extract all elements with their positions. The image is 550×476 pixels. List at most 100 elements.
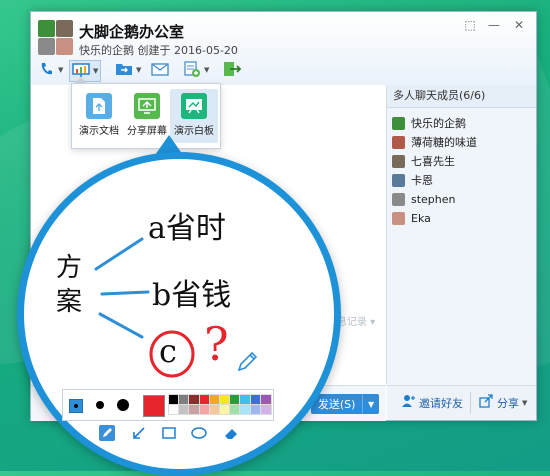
- color-swatch[interactable]: [249, 394, 262, 405]
- member-item[interactable]: 快乐的企鹅: [392, 115, 466, 131]
- pen-size-large[interactable]: [117, 399, 129, 411]
- app-add-icon: [183, 60, 201, 80]
- color-swatch[interactable]: [259, 394, 272, 405]
- chevron-down-icon: ▼: [58, 66, 64, 74]
- phone-icon: [39, 61, 55, 80]
- color-swatch[interactable]: [239, 394, 252, 405]
- color-swatch[interactable]: [178, 394, 191, 405]
- folder-icon: [115, 61, 133, 80]
- branch-b-text: b省钱: [152, 278, 232, 313]
- member-name: Eka: [411, 211, 431, 225]
- invite-friends-button[interactable]: 邀请好友: [401, 394, 463, 411]
- member-name: 七喜先生: [411, 155, 455, 168]
- eraser-icon: [223, 426, 239, 443]
- screen-share-icon: [134, 93, 160, 119]
- eraser-tool[interactable]: [222, 425, 240, 443]
- pencil-icon: [99, 424, 115, 444]
- chevron-down-icon: ▼: [93, 67, 99, 75]
- window-header: 大脚企鹅办公室 快乐的企鹅 创建于 2016-05-20 ⬚ — ✕ ▼ ▼ ▼: [31, 12, 536, 85]
- member-panel: 多人聊天成员(6/6) 快乐的企鹅 薄荷糖的味道 七喜先生 卡恩 stephen…: [387, 85, 536, 420]
- send-options-button[interactable]: ▼: [362, 394, 379, 414]
- close-button[interactable]: ✕: [511, 18, 527, 32]
- invite-friends-label: 邀请好友: [419, 396, 463, 410]
- member-item[interactable]: 薄荷糖的味道: [392, 134, 477, 150]
- exit-icon: [223, 61, 242, 80]
- phone-button[interactable]: ▼: [39, 60, 63, 80]
- document-icon: [86, 93, 112, 119]
- ellipse-icon: [191, 426, 207, 442]
- mail-button[interactable]: [151, 60, 169, 80]
- pen-palette: [62, 389, 274, 421]
- app-add-button[interactable]: ▼: [183, 60, 209, 80]
- pen-size-small[interactable]: [69, 399, 83, 413]
- window-subtitle: 快乐的企鹅 创建于 2016-05-20: [79, 44, 238, 57]
- color-swatch[interactable]: [259, 404, 272, 415]
- exit-button[interactable]: [223, 60, 242, 80]
- color-swatch[interactable]: [198, 394, 211, 405]
- pencil-tool[interactable]: [98, 424, 116, 444]
- color-swatch[interactable]: [219, 394, 231, 405]
- plan-text: 方案: [56, 253, 83, 317]
- chevron-down-icon: ▼: [522, 398, 528, 407]
- chevron-down-icon: ▼: [204, 66, 210, 74]
- rectangle-tool[interactable]: [160, 425, 178, 443]
- chevron-down-icon: ▾: [366, 317, 376, 328]
- ellipse-tool[interactable]: [190, 425, 208, 443]
- color-swatch[interactable]: [229, 404, 242, 415]
- member-item[interactable]: stephen: [392, 191, 456, 207]
- whiteboard-icon: [181, 93, 207, 119]
- color-swatch[interactable]: [208, 394, 221, 405]
- color-swatch[interactable]: [239, 404, 252, 415]
- arrow-icon: [132, 426, 146, 443]
- color-swatch[interactable]: [198, 404, 211, 415]
- share-label: 分享: [497, 396, 519, 410]
- avatar: [392, 173, 405, 187]
- avatar: [392, 192, 405, 206]
- color-swatch[interactable]: [249, 404, 262, 415]
- add-user-icon: [401, 394, 415, 411]
- member-name: 薄荷糖的味道: [411, 136, 477, 149]
- branch-a-text: a省时: [148, 211, 226, 246]
- share-icon: [479, 394, 493, 411]
- window-title: 大脚企鹅办公室: [79, 23, 185, 41]
- branch-c-text: c: [159, 332, 177, 370]
- question-mark: ?: [204, 317, 229, 371]
- share-button[interactable]: 分享 ▼: [479, 394, 527, 411]
- chevron-down-icon: ▼: [368, 399, 375, 409]
- member-name: 卡恩: [411, 174, 433, 187]
- present-document-item[interactable]: 演示文档: [75, 89, 123, 143]
- member-panel-footer: 邀请好友 分享 ▼: [387, 385, 536, 420]
- avatar: [392, 135, 405, 149]
- file-button[interactable]: ▼: [115, 60, 141, 80]
- group-avatar: [38, 20, 74, 56]
- avatar: [392, 116, 405, 130]
- chevron-down-icon: ▼: [136, 66, 142, 74]
- color-swatch[interactable]: [208, 404, 221, 415]
- member-item[interactable]: Eka: [392, 210, 431, 226]
- color-swatch[interactable]: [168, 404, 180, 415]
- member-item[interactable]: 卡恩: [392, 172, 433, 188]
- color-swatch[interactable]: [188, 394, 201, 405]
- pencil-cursor-icon: [236, 351, 258, 376]
- avatar: [392, 211, 405, 225]
- color-swatch[interactable]: [188, 404, 201, 415]
- member-panel-title: 多人聊天成员(6/6): [387, 85, 536, 108]
- member-name: stephen: [411, 192, 456, 206]
- member-name: 快乐的企鹅: [411, 117, 466, 130]
- color-swatch[interactable]: [178, 404, 191, 415]
- member-item[interactable]: 七喜先生: [392, 153, 455, 169]
- minimize-button[interactable]: —: [486, 18, 502, 32]
- presentation-menu: 演示文档 分享屏幕 演示白板: [71, 83, 221, 149]
- rectangle-icon: [162, 426, 176, 442]
- pen-size-medium[interactable]: [96, 401, 104, 409]
- color-swatch[interactable]: [168, 394, 180, 405]
- maximize-button[interactable]: ⬚: [462, 18, 478, 32]
- drawing-toolbar: [0, 424, 550, 447]
- arrow-tool[interactable]: [130, 425, 148, 443]
- present-document-label: 演示文档: [79, 126, 119, 137]
- current-color: [143, 395, 165, 417]
- color-swatch[interactable]: [229, 394, 242, 405]
- avatar: [392, 154, 405, 168]
- color-swatch[interactable]: [219, 404, 231, 415]
- mail-icon: [151, 61, 169, 80]
